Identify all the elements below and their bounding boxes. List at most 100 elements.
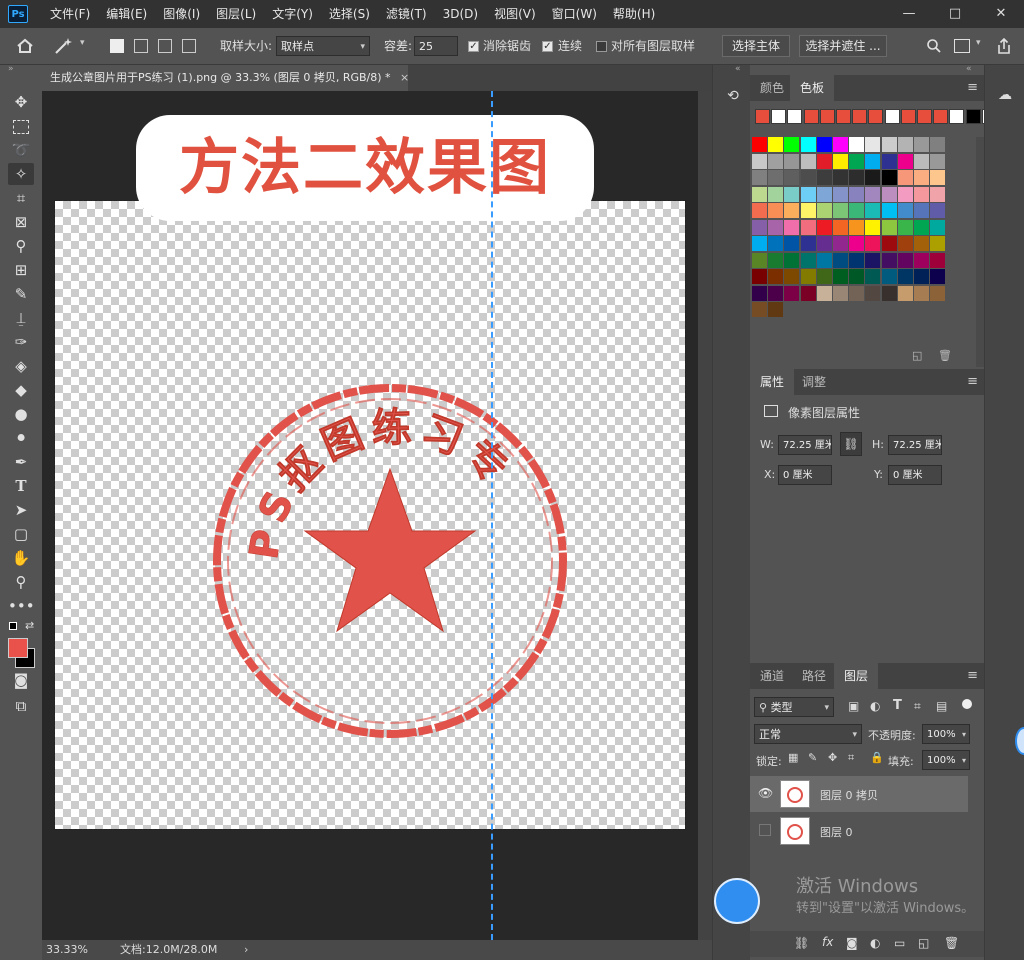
color-swatch[interactable] [784,285,800,301]
panel-menu-icon[interactable]: ≡ [967,663,978,689]
select-subject-button[interactable]: 选择主体 [722,35,790,57]
color-swatch[interactable] [800,252,816,268]
side-widget-icon[interactable] [1015,727,1024,755]
color-swatch[interactable] [816,186,832,202]
color-swatch[interactable] [833,285,848,301]
default-colors-icon[interactable] [9,622,17,630]
more-tools-icon[interactable]: ••• [8,595,35,617]
history-brush-icon[interactable]: ✑ [8,331,34,353]
color-swatch[interactable] [768,236,784,251]
lock-transparent-icon[interactable]: ▦ [788,751,798,764]
color-swatch[interactable] [897,137,913,152]
color-swatch[interactable] [833,219,848,235]
add-selection-icon[interactable] [134,39,148,53]
color-swatch[interactable] [784,186,800,202]
menu-window[interactable]: 窗口(W) [544,0,605,28]
recent-swatch[interactable] [819,109,835,124]
magic-wand-icon[interactable]: ✧ [8,163,34,185]
color-swatch[interactable] [816,203,832,218]
color-swatch[interactable] [930,186,946,202]
swatch-scrollbar[interactable] [976,137,984,367]
color-swatch[interactable] [833,170,848,185]
color-swatch[interactable] [881,285,897,301]
color-swatch[interactable] [752,219,767,235]
eye-icon[interactable]: 👁 [758,786,773,800]
color-swatch[interactable] [930,170,946,185]
color-swatch[interactable] [881,219,897,235]
recent-swatch[interactable] [917,109,932,124]
menu-filter[interactable]: 滤镜(T) [378,0,435,28]
color-swatch[interactable] [930,269,946,284]
color-swatch[interactable] [865,269,881,284]
marquee-tool-icon[interactable] [8,115,34,137]
panel-menu-icon[interactable]: ≡ [967,75,978,101]
recent-swatch[interactable] [787,109,803,124]
path-select-icon[interactable]: ➤ [8,499,34,521]
color-swatch[interactable] [881,252,897,268]
lock-artboard-icon[interactable]: ⌗ [848,751,854,765]
color-swatch[interactable] [816,269,832,284]
link-icon[interactable]: ⛓ [840,432,862,456]
color-swatch[interactable] [930,236,946,251]
frame-tool-icon[interactable]: ⊠ [8,211,34,233]
trash-icon[interactable]: 🗑 [938,349,952,362]
color-swatch[interactable] [768,219,784,235]
color-swatch[interactable] [897,186,913,202]
color-swatch[interactable] [800,170,816,185]
vertical-scrollbar[interactable] [698,91,712,940]
layer-row-copy[interactable]: 👁 图层 0 拷贝 [750,776,968,812]
color-swatch[interactable] [914,170,929,185]
color-swatch[interactable] [784,252,800,268]
link-layers-icon[interactable]: ⛓ [794,936,809,950]
color-swatch[interactable] [768,153,784,169]
recent-swatch[interactable] [868,109,884,124]
color-swatch[interactable] [897,252,913,268]
guide-line[interactable] [491,91,493,940]
menu-help[interactable]: 帮助(H) [605,0,663,28]
canvas-area[interactable]: PS抠图练习专用 方法二效果图 [42,91,698,940]
color-swatch[interactable] [816,252,832,268]
chevron-down-icon[interactable]: ▾ [976,38,981,48]
color-swatch[interactable] [897,203,913,218]
zoom-tool-icon[interactable]: ⚲ [8,571,34,593]
minimize-button[interactable]: — [886,0,932,28]
filter-smart-icon[interactable]: ▤ [936,699,947,713]
color-swatch[interactable] [849,137,865,152]
color-swatch[interactable] [816,153,832,169]
recent-swatch[interactable] [755,109,770,124]
color-swatch[interactable] [784,236,800,251]
opacity-input[interactable]: 100% ▾ [922,724,970,744]
recent-swatch[interactable] [900,109,916,124]
color-swatch[interactable] [914,269,929,284]
color-swatch[interactable] [768,137,784,152]
color-swatch[interactable] [768,269,784,284]
color-swatch[interactable] [768,302,784,317]
color-swatch[interactable] [865,219,881,235]
tab-adjustments[interactable]: 调整 [792,369,836,395]
color-swatch[interactable] [768,203,784,218]
dodge-tool-icon[interactable]: ⚫ [8,427,34,449]
recent-swatch[interactable] [949,109,965,124]
subtract-selection-icon[interactable] [158,39,172,53]
color-swatch[interactable] [816,219,832,235]
color-swatch[interactable] [881,153,897,169]
color-swatch[interactable] [930,203,946,218]
contiguous-checkbox[interactable] [542,41,553,52]
screen-mode-icon[interactable]: ⧉ [8,695,34,717]
paint-bucket-icon[interactable]: ◆ [8,379,34,401]
collapse-icon[interactable]: « [735,64,741,74]
menu-view[interactable]: 视图(V) [486,0,544,28]
floating-assistant-icon[interactable] [714,878,760,924]
filter-adjust-icon[interactable]: ◐ [870,699,880,713]
color-swatch[interactable] [800,186,816,202]
color-swatch[interactable] [752,285,767,301]
lasso-tool-icon[interactable]: ➰ [8,139,34,161]
height-input[interactable]: 72.25 厘米 [888,435,942,455]
blur-tool-icon[interactable]: ● [8,403,34,425]
color-swatch[interactable] [914,252,929,268]
all-layers-checkbox[interactable] [596,41,607,52]
menu-file[interactable]: 文件(F) [42,0,98,28]
panel-menu-icon[interactable]: ≡ [967,369,978,395]
x-input[interactable]: 0 厘米 [778,465,832,485]
color-swatch[interactable] [897,285,913,301]
